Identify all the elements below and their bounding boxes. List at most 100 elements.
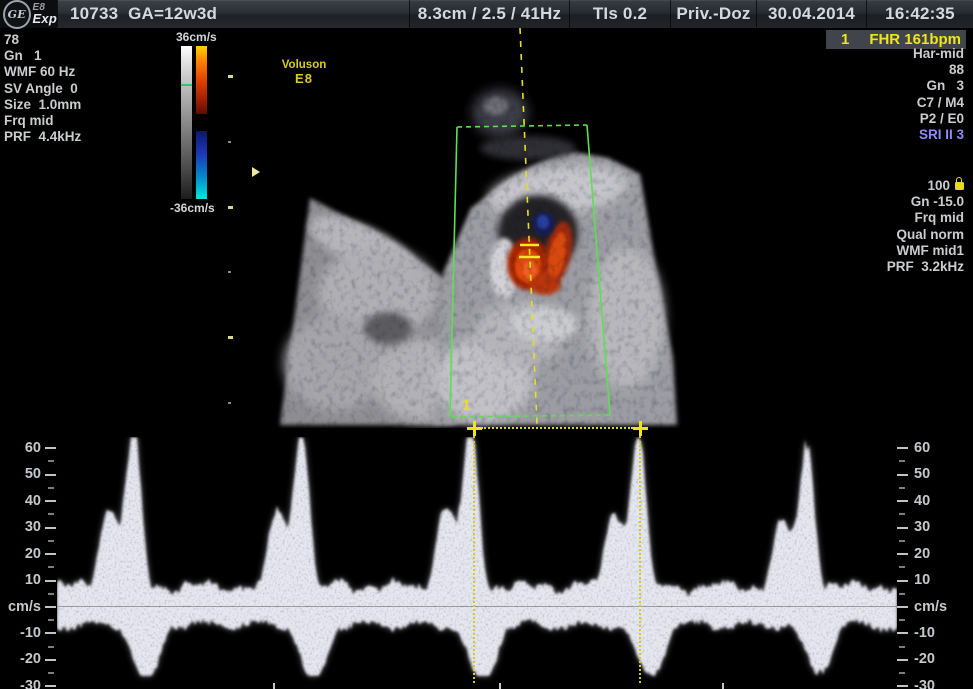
axis-label-30: 30: [5, 519, 41, 535]
axis-minor-tick: [899, 619, 905, 621]
roi-bottom-edge[interactable]: [450, 415, 610, 417]
bmode-param-line: C7 / M4: [913, 95, 964, 111]
logo-block: GE E8 Exp: [0, 0, 57, 28]
color-doppler-bar-negative: [196, 131, 207, 199]
depth-freq-field: 8.3cm / 2.5 / 41Hz: [409, 0, 569, 28]
axis-label-cm-s: cm/s: [5, 599, 41, 615]
axis-minor-tick: [48, 513, 54, 515]
operator-text: Priv.-Doz: [676, 4, 750, 24]
thermal-index-field: TIs 0.2: [569, 0, 670, 28]
time-tick: [722, 683, 724, 689]
doppler-parameter-panel: 78Gn 1WMF 60 HzSV Angle 0Size 1.0mmFrq m…: [4, 32, 81, 145]
depth-freq-text: 8.3cm / 2.5 / 41Hz: [418, 4, 561, 24]
pw-param-line: Qual norm: [887, 227, 964, 243]
axis-label-60: 60: [914, 440, 950, 456]
patient-id-text: 10733 GA=12w3d: [70, 4, 217, 24]
roi-right-edge[interactable]: [587, 125, 610, 415]
axis-minor-tick: [48, 540, 54, 542]
axis-major-tick: [45, 580, 56, 582]
doppler-param-line: 78: [4, 32, 81, 48]
gate-number-label: 1: [462, 397, 470, 414]
ge-monogram: GE: [8, 8, 26, 21]
axis-label-60: 60: [5, 440, 41, 456]
axis-label-20: 20: [914, 546, 950, 562]
pw-param-line: PRF 3.2kHz: [887, 259, 964, 275]
patient-id-field: 10733 GA=12w3d: [57, 0, 409, 28]
time-field: 16:42:35: [866, 0, 973, 28]
time-tick: [499, 683, 501, 689]
bmode-param-line: P2 / E0: [913, 111, 964, 127]
caliper-time-line-2[interactable]: [639, 436, 641, 683]
axis-minor-tick: [48, 460, 54, 462]
axis-label-50: 50: [5, 466, 41, 482]
ge-logo-icon: GE: [3, 0, 31, 29]
brand-line2: E8: [273, 72, 335, 86]
axis-minor-tick: [899, 566, 905, 568]
axis-label-30: 30: [914, 519, 950, 535]
time-text: 16:42:35: [885, 4, 955, 24]
axis-major-tick: [897, 553, 908, 555]
grayscale-marker: [181, 84, 192, 86]
axis-label-10: 10: [5, 572, 41, 588]
acoustic-power-value: 100: [927, 178, 950, 193]
axis-minor-tick: [899, 672, 905, 674]
axis-major-tick: [45, 553, 56, 555]
axis-minor-tick: [899, 513, 905, 515]
bmode-annotation-layer: 1: [228, 28, 692, 428]
color-scale-min-label: -36cm/s: [170, 201, 215, 215]
fhr-index: 1: [841, 31, 849, 48]
color-roi-box[interactable]: [450, 125, 610, 417]
pw-spectrum: [57, 437, 897, 689]
axis-major-tick: [897, 580, 908, 582]
doppler-param-line: Size 1.0mm: [4, 97, 81, 113]
axis-label-20: 20: [5, 546, 41, 562]
brand-watermark: Voluson E8: [273, 58, 335, 86]
axis-minor-tick: [48, 487, 54, 489]
doppler-param-line: WMF 60 Hz: [4, 64, 81, 80]
brand-line1: Voluson: [273, 58, 335, 72]
bmode-param-line: Gn 3: [913, 78, 964, 94]
operator-field: Priv.-Doz: [670, 0, 756, 28]
roi-left-edge[interactable]: [450, 127, 457, 417]
axis-label-40: 40: [5, 493, 41, 509]
axis-major-tick: [897, 527, 908, 529]
doppler-param-line: PRF 4.4kHz: [4, 129, 81, 145]
pw-param-line: WMF mid1: [887, 243, 964, 259]
pw-param-line: Frq mid: [887, 210, 964, 226]
axis-minor-tick: [48, 593, 54, 595]
caliper-marker-2[interactable]: [633, 421, 648, 436]
color-scale-max-label: 36cm/s: [176, 30, 217, 44]
axis-label--10: -10: [914, 625, 950, 641]
axis-minor-tick: [48, 566, 54, 568]
axis-minor-tick: [899, 646, 905, 648]
axis-major-tick: [45, 685, 56, 687]
axis-major-tick: [897, 632, 908, 634]
axis-minor-tick: [899, 487, 905, 489]
spectrum-trace: [57, 438, 897, 676]
top-status-bar: GE E8 Exp 10733 GA=12w3d 8.3cm / 2.5 / 4…: [0, 0, 973, 28]
thermal-index-text: TIs 0.2: [593, 4, 647, 24]
axis-minor-tick: [899, 540, 905, 542]
axis-label--30: -30: [5, 678, 41, 689]
ultrasound-screen: GE E8 Exp 10733 GA=12w3d 8.3cm / 2.5 / 4…: [0, 0, 973, 689]
caliper-marker-1[interactable]: [467, 421, 482, 436]
pw-param-line: Gn -15.0: [887, 194, 964, 210]
axis-label--20: -20: [5, 651, 41, 667]
bmode-parameter-panel: Har-mid88Gn 3C7 / M4P2 / E0SRI II 3: [913, 46, 964, 143]
axis-minor-tick: [899, 460, 905, 462]
doppler-param-line: Frq mid: [4, 113, 81, 129]
roi-top-edge[interactable]: [457, 125, 587, 127]
depth-ruler: [228, 75, 233, 404]
pointer-cursor-icon[interactable]: [252, 167, 260, 177]
lock-icon: [955, 182, 964, 190]
grayscale-bar: [181, 46, 192, 199]
axis-label-10: 10: [914, 572, 950, 588]
bmode-param-line: 88: [913, 62, 964, 78]
axis-label--10: -10: [5, 625, 41, 641]
doppler-param-line: Gn 1: [4, 48, 81, 64]
axis-label-50: 50: [914, 466, 950, 482]
spectrum-baseline[interactable]: [57, 606, 897, 607]
doppler-cursor-line[interactable]: [520, 28, 537, 425]
caliper-time-line-1[interactable]: [473, 436, 475, 683]
system-id: E8 Exp: [33, 2, 57, 24]
